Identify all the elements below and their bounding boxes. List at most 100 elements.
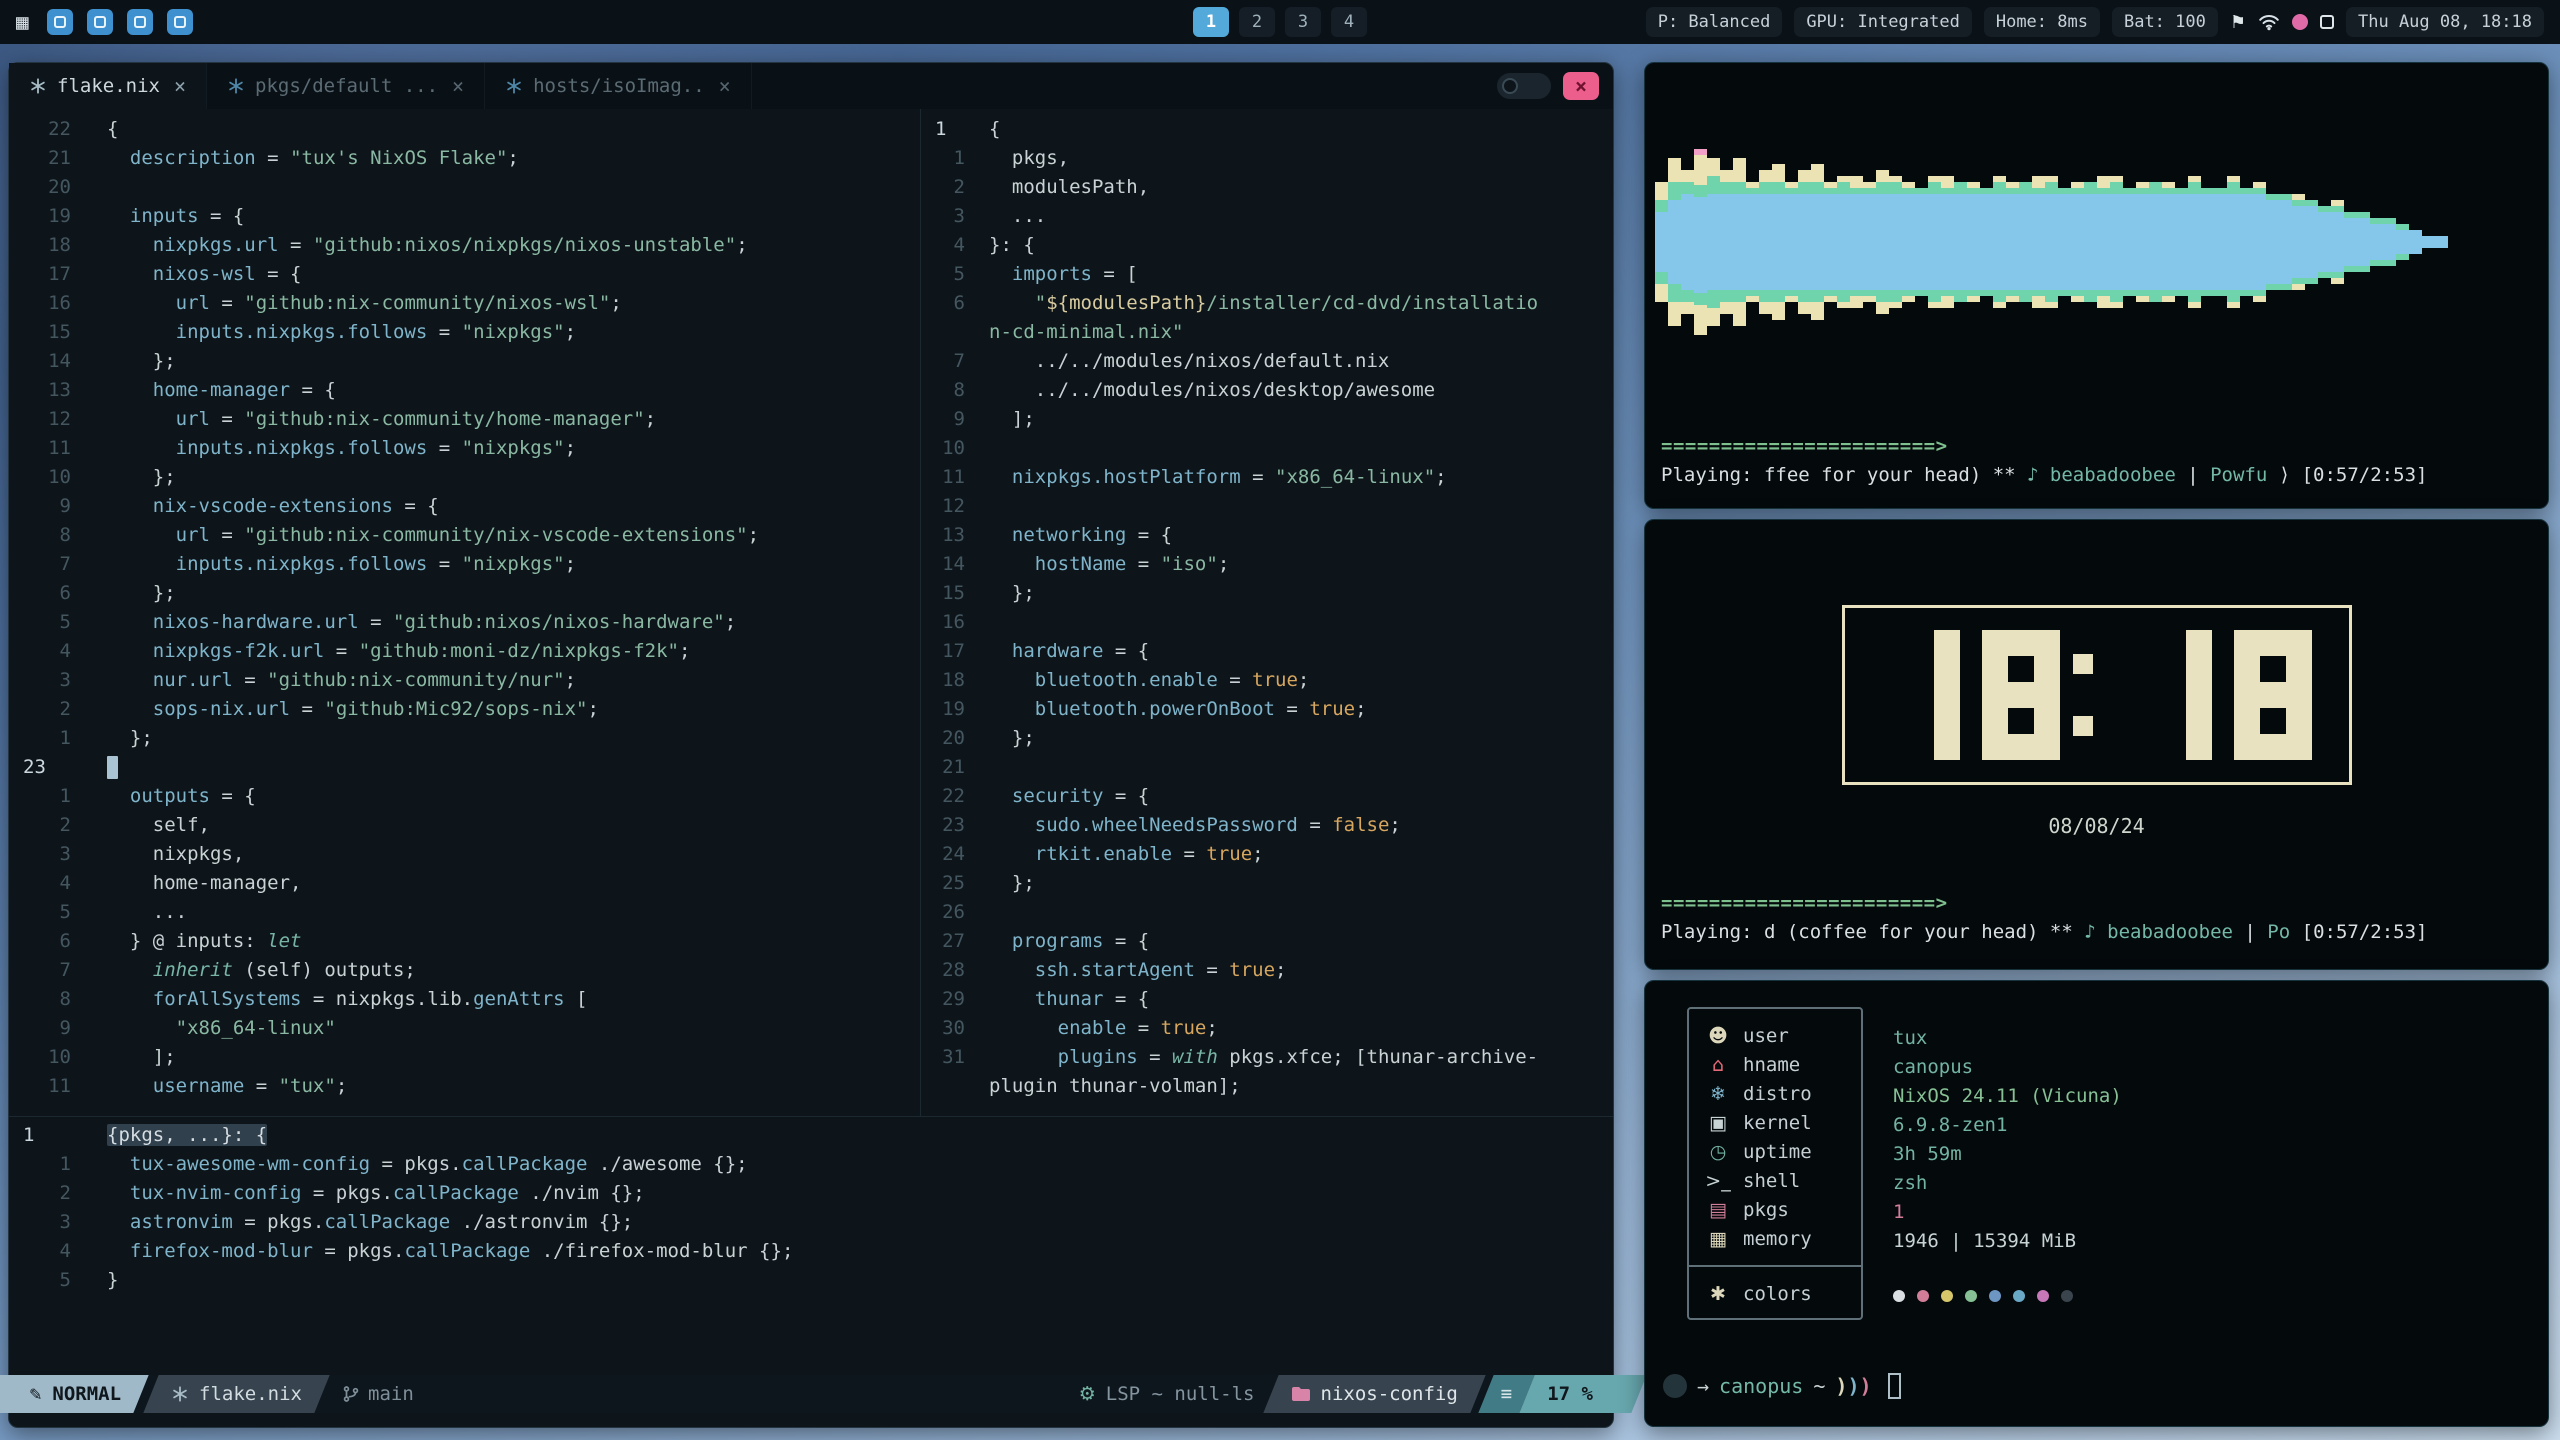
kernel-icon: ▣ — [1705, 1112, 1731, 1134]
line-number: 17 — [9, 260, 71, 289]
line-number: 3 — [9, 1208, 71, 1237]
window-close-button[interactable]: × — [1563, 72, 1599, 100]
code-line: 4 nixpkgs-f2k.url = "github:moni-dz/nixp… — [9, 637, 919, 666]
code-line: 17 nixos-wsl = { — [9, 260, 919, 289]
line-number: 19 — [9, 202, 71, 231]
mode-icon: ✎ — [29, 1385, 42, 1404]
branch-name: main — [368, 1383, 414, 1405]
line-number: 1 — [9, 1121, 71, 1150]
statusline-file[interactable]: flake.nix — [151, 1375, 322, 1413]
tab-close-icon[interactable]: × — [174, 74, 186, 98]
line-number: 13 — [921, 521, 965, 550]
tab-pkgs-default-[interactable]: pkgs/default ...× — [207, 63, 485, 109]
workspace-switcher: 1234 — [1193, 7, 1367, 37]
viz-column — [2110, 176, 2123, 308]
code-line: 1 tux-awesome-wm-config = pkgs.callPacka… — [9, 1150, 1613, 1179]
git-branch[interactable]: main — [342, 1383, 414, 1405]
now-playing-1: Playing: ffee for your head) ** ♪ beabad… — [1661, 464, 2427, 486]
line-number: 6 — [921, 289, 965, 318]
line-number: 1 — [921, 144, 965, 173]
fetch-label-user: ☻user — [1689, 1021, 1861, 1050]
line-number: 3 — [9, 666, 71, 695]
line-number: 14 — [9, 347, 71, 376]
toggle-knob — [1502, 78, 1518, 94]
code-line: 4}: { — [921, 231, 1613, 260]
code-line: 22{ — [9, 115, 919, 144]
prompt-path: ~ — [1813, 1374, 1825, 1398]
line-number: 11 — [9, 434, 71, 463]
line-number: 29 — [921, 985, 965, 1014]
viz-column — [2123, 188, 2136, 296]
code-line: 10 ]; — [9, 1043, 919, 1072]
line-number: 2 — [9, 811, 71, 840]
separator-line-2: =======================> — [1661, 892, 1948, 914]
app-launcher-icon[interactable]: ▦ — [16, 10, 29, 34]
line-number: 28 — [921, 956, 965, 985]
workspace-1[interactable]: 1 — [1193, 7, 1229, 37]
line-number: 5 — [9, 898, 71, 927]
code-line: 21 — [921, 753, 1613, 782]
clock-digit — [1882, 630, 1960, 760]
hname-icon: ⌂ — [1705, 1054, 1731, 1076]
wifi-icon[interactable] — [2258, 13, 2280, 31]
viz-column — [2305, 200, 2318, 284]
code-line: 16 url = "github:nix-community/nixos-wsl… — [9, 289, 919, 318]
line-number: 16 — [921, 608, 965, 637]
viz-column — [1876, 170, 1889, 314]
tab-flake-nix[interactable]: flake.nix× — [9, 63, 207, 109]
mode-indicator: ✎ NORMAL — [9, 1375, 141, 1413]
nix-icon — [29, 77, 47, 95]
tab-close-icon[interactable]: × — [452, 74, 464, 98]
code-line: 17 hardware = { — [921, 637, 1613, 666]
flag-icon[interactable]: ⚑ — [2230, 12, 2246, 33]
tray-app-icon[interactable] — [127, 9, 153, 35]
code-line: 2 sops-nix.url = "github:Mic92/sops-nix"… — [9, 695, 919, 724]
workspace-2[interactable]: 2 — [1239, 7, 1275, 37]
shell-icon: >_ — [1705, 1170, 1731, 1192]
code-line: 15 inputs.nixpkgs.follows = "nixpkgs"; — [9, 318, 919, 347]
clock-colon — [2073, 654, 2093, 736]
tab-hosts-isoImag-[interactable]: hosts/isoImag..× — [485, 63, 752, 109]
magenta-dot-icon[interactable] — [2292, 14, 2308, 30]
shell-prompt[interactable]: → canopus ~ ))) — [1663, 1373, 1901, 1399]
tabline: flake.nix×pkgs/default ...×hosts/isoImag… — [9, 63, 1613, 109]
clock-date: 08/08/24 — [1645, 814, 2548, 838]
viz-column — [1798, 170, 1811, 314]
line-number: 15 — [921, 579, 965, 608]
line-number: 20 — [921, 724, 965, 753]
lsp-label: LSP ~ null-ls — [1106, 1383, 1255, 1405]
tray-app-icon[interactable] — [47, 9, 73, 35]
fetch-label-hname: ⌂hname — [1689, 1050, 1861, 1079]
memory-icon: ▦ — [1705, 1228, 1731, 1250]
line-number: 31 — [921, 1043, 965, 1072]
editor-pane-flake[interactable]: 22{21 description = "tux's NixOS Flake";… — [9, 109, 919, 1116]
line-number: 9 — [9, 492, 71, 521]
line-number: 1 — [921, 115, 965, 144]
viz-column — [1928, 176, 1941, 308]
viz-column — [1837, 176, 1850, 308]
editor-pane-iso[interactable]: 1{1 pkgs,2 modulesPath,3 ...4}: {5 impor… — [920, 109, 1613, 1116]
viz-column — [2006, 182, 2019, 302]
line-number: 25 — [921, 869, 965, 898]
viz-column — [2201, 188, 2214, 296]
palette-icon: ✱ — [1705, 1283, 1731, 1305]
tab-close-icon[interactable]: × — [719, 74, 731, 98]
viz-column — [1707, 158, 1720, 326]
code-line: 20 }; — [921, 724, 1613, 753]
tray-square-icon[interactable] — [2320, 15, 2334, 29]
toggle-button[interactable] — [1497, 73, 1551, 99]
fetch-value-memory: 1946 | 15394 MiB — [1893, 1226, 2122, 1255]
project-name[interactable]: nixos-config — [1271, 1375, 1478, 1413]
viz-column — [2084, 182, 2097, 302]
code-line: 9 nix-vscode-extensions = { — [9, 492, 919, 521]
code-line: 2 tux-nvim-config = pkgs.callPackage ./n… — [9, 1179, 1613, 1208]
workspace-3[interactable]: 3 — [1285, 7, 1321, 37]
tray-app-icon[interactable] — [87, 9, 113, 35]
editor-pane-pkgs[interactable]: 1{pkgs, ...}: {1 tux-awesome-wm-config =… — [9, 1116, 1613, 1377]
workspace-4[interactable]: 4 — [1331, 7, 1367, 37]
visualizer-widget: =======================> Playing: ffee f… — [1644, 62, 2549, 509]
code-line: 7 ../../modules/nixos/default.nix — [921, 347, 1613, 376]
viz-column — [2370, 218, 2383, 266]
line-number: 2 — [9, 695, 71, 724]
tray-app-icon[interactable] — [167, 9, 193, 35]
